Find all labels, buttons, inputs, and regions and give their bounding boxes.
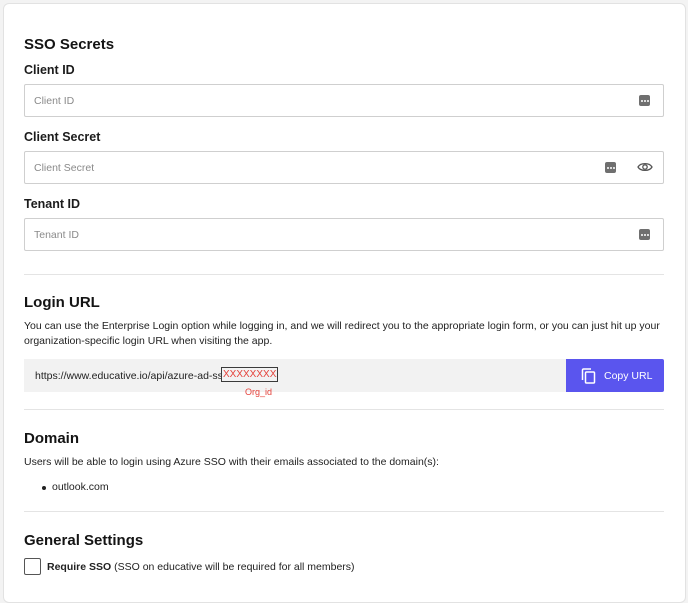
- client-id-label: Client ID: [24, 63, 75, 77]
- require-sso-checkbox[interactable]: [24, 558, 41, 575]
- login-url-box: https://www.educative.io/api/azure-ad-ss…: [24, 359, 566, 392]
- password-manager-icon[interactable]: [639, 95, 650, 106]
- divider: [24, 511, 664, 512]
- domain-list-item: outlook.com: [52, 481, 109, 493]
- require-sso-row[interactable]: Require SSO (SSO on educative will be re…: [47, 560, 355, 575]
- org-id-hint: Org_id: [245, 387, 273, 397]
- bullet-icon: [42, 486, 46, 490]
- client-secret-label: Client Secret: [24, 130, 101, 144]
- login-url-prefix: https://www.educative.io/api/azure-ad-ss…: [35, 370, 232, 382]
- client-secret-input[interactable]: [34, 152, 594, 183]
- login-url-description-line2: organization-specific login URL when vis…: [24, 335, 273, 347]
- client-id-field: [24, 84, 664, 117]
- login-url-heading: Login URL: [24, 294, 100, 311]
- eye-icon[interactable]: [637, 161, 653, 173]
- domain-heading: Domain: [24, 430, 80, 447]
- password-manager-icon[interactable]: [639, 229, 650, 240]
- client-id-input[interactable]: [34, 85, 594, 116]
- password-manager-icon[interactable]: [605, 162, 616, 173]
- org-id-placeholder: XXXXXXXXX: [221, 367, 278, 382]
- sso-secrets-heading: SSO Secrets: [24, 36, 115, 53]
- copy-url-label: Copy URL: [604, 370, 653, 382]
- client-secret-field: [24, 151, 664, 184]
- require-sso-label: Require SSO: [47, 561, 112, 573]
- divider: [24, 274, 664, 275]
- domain-description: Users will be able to login using Azure …: [24, 456, 439, 468]
- tenant-id-input[interactable]: [34, 219, 594, 250]
- login-url-description-line1: You can use the Enterprise Login option …: [24, 320, 660, 332]
- general-settings-heading: General Settings: [24, 532, 144, 549]
- require-sso-note: (SSO on educative will be required for a…: [114, 561, 355, 573]
- divider: [24, 409, 664, 410]
- copy-icon: [581, 368, 596, 384]
- tenant-id-label: Tenant ID: [24, 197, 81, 211]
- tenant-id-field: [24, 218, 664, 251]
- copy-url-button[interactable]: Copy URL: [566, 359, 664, 392]
